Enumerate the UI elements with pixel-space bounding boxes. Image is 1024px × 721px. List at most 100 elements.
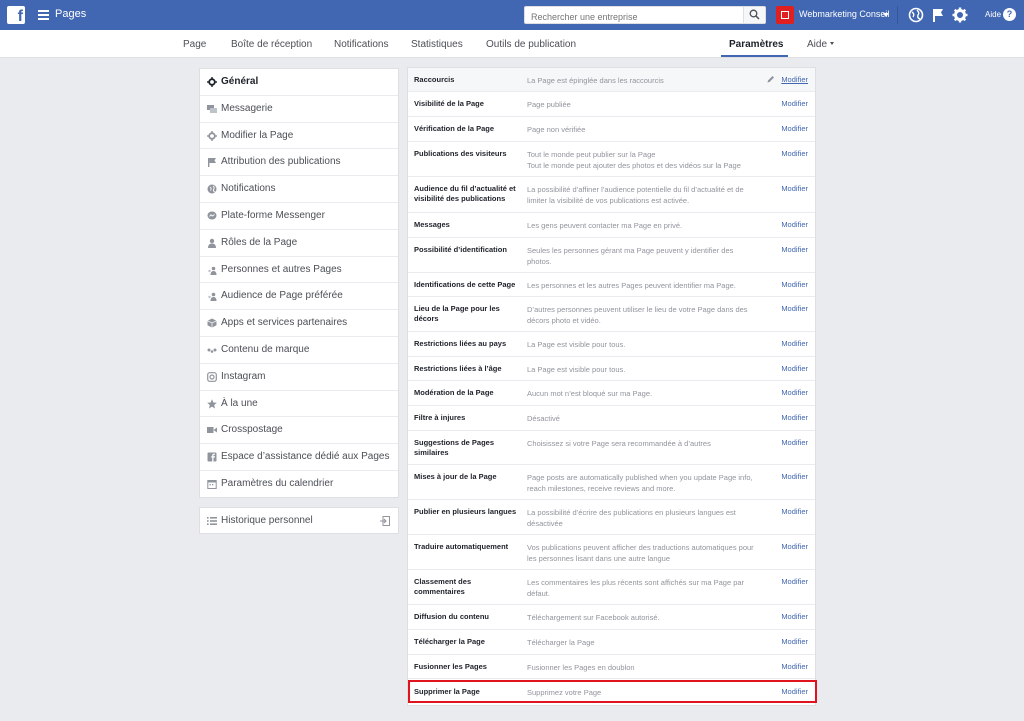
sidebar-item-notifications[interactable]: Notifications [200,176,398,203]
pages-title[interactable]: Pages [55,8,86,20]
settings-row-messages: Messages Les gens peuvent contacter ma P… [408,213,815,238]
edit-link[interactable]: Modifier [781,637,808,646]
settings-row-page-moderation: Modération de la Page Aucun mot n’est bl… [408,381,815,406]
search-box[interactable] [524,6,766,25]
setting-value: Les personnes et les autres Pages peuven… [527,281,736,290]
sidebar-item-post-attribution[interactable]: Attribution des publications [200,149,398,177]
settings-row-page-location-frames: Lieu de la Page pour les décors D’autres… [408,297,815,332]
page-name-link[interactable]: Webmarketing Conseil [799,9,889,19]
tab-inbox[interactable]: Boîte de réception [231,39,312,50]
settings-row-download-page: Télécharger la Page Télécharger la Page … [408,630,815,655]
edit-link[interactable]: Modifier [781,124,808,133]
edit-link[interactable]: Modifier [781,438,808,447]
search-input[interactable] [525,9,741,25]
tab-help[interactable]: Aide [807,39,827,50]
edit-link[interactable]: Modifier [781,388,808,397]
hamburger-menu-icon[interactable] [38,10,49,20]
facebook-logo-icon[interactable]: f [7,6,25,25]
sidebar-item-page-support-inbox[interactable]: Espace d’assistance dédié aux Pages [200,444,398,471]
chevron-down-icon[interactable] [883,13,889,17]
sidebar-item-preferred-audience[interactable]: Audience de Page préférée [200,283,398,311]
sidebar-item-calendar-settings[interactable]: Paramètres du calendrier [200,471,398,498]
help-link[interactable]: Aide [985,10,1001,19]
settings-row-shortcuts: Raccourcis La Page est épinglée dans les… [408,68,815,92]
tab-publishing-tools[interactable]: Outils de publication [486,39,576,50]
gear-icon [207,77,217,87]
setting-value: Désactivé [527,414,560,423]
tab-notifications[interactable]: Notifications [334,39,388,50]
tab-settings[interactable]: Paramètres [729,39,783,50]
edit-link[interactable]: Modifier [781,75,808,84]
edit-link[interactable]: Modifier [781,245,808,254]
setting-value: Aucun mot n’est bloqué sur ma Page. [527,389,653,398]
edit-link[interactable]: Modifier [781,413,808,422]
handshake-icon [207,348,217,353]
flag-icon [208,158,216,168]
edit-link[interactable]: Modifier [781,577,808,586]
setting-label: Diffusion du contenu [414,612,489,621]
edit-link[interactable]: Modifier [781,364,808,373]
search-icon [749,9,760,20]
divider [897,6,898,24]
chevron-down-icon[interactable] [830,42,834,45]
gear-icon[interactable] [952,7,968,23]
edit-link[interactable]: Modifier [781,149,808,158]
page-nav: Page Boîte de réception Notifications St… [0,30,1024,58]
edit-link[interactable]: Modifier [781,542,808,551]
help-icon[interactable]: ? [1003,8,1016,21]
sidebar-item-page-roles[interactable]: Rôles de la Page [200,230,398,257]
search-button[interactable] [743,7,765,23]
setting-label: Restrictions liées au pays [414,339,507,348]
sidebar-item-messaging[interactable]: Messagerie [200,96,398,123]
sidebar-item-messenger-platform[interactable]: Plate-forme Messenger [200,203,398,230]
edit-link[interactable]: Modifier [781,339,808,348]
setting-label: Suggestions de Pages similaires [414,438,495,457]
setting-value: Les commentaires les plus récents sont a… [527,578,745,598]
settings-row-comment-ranking: Classement des commentaires Les commenta… [408,570,815,605]
person-icon [208,238,216,248]
edit-link[interactable]: Modifier [781,472,808,481]
edit-link[interactable]: Modifier [781,507,808,516]
sidebar-item-label: Contenu de marque [221,343,310,355]
sidebar-item-activity-log[interactable]: Historique personnel [199,507,399,534]
sidebar-item-instagram[interactable]: Instagram [200,364,398,391]
setting-value: Vos publications peuvent afficher des tr… [527,543,754,563]
open-external-icon[interactable] [380,516,390,526]
edit-link[interactable]: Modifier [781,184,808,193]
sidebar-item-apps[interactable]: Apps et services partenaires [200,310,398,337]
settings-row-age-restrictions: Restrictions liées à l’âge La Page est v… [408,357,815,381]
edit-link[interactable]: Modifier [781,99,808,108]
setting-label: Modération de la Page [414,388,494,397]
active-tab-indicator [721,55,788,57]
flag-icon[interactable] [930,7,946,23]
sidebar-item-branded-content[interactable]: Contenu de marque [200,337,398,364]
sidebar-item-label: Personnes et autres Pages [221,263,342,275]
sidebar-item-general[interactable]: Général [200,69,398,96]
edit-link[interactable]: Modifier [781,280,808,289]
edit-link[interactable]: Modifier [781,612,808,621]
calendar-icon [207,479,217,489]
globe-icon[interactable] [908,7,924,23]
edit-link[interactable]: Modifier [781,304,808,313]
settings-row-similar-page-suggestions: Suggestions de Pages similaires Choisiss… [408,431,815,465]
globe-icon [207,184,217,194]
setting-label: Messages [414,220,450,229]
sidebar-item-people-and-pages[interactable]: Personnes et autres Pages [200,257,398,284]
sidebar-item-label: Instagram [221,370,266,382]
sidebar-item-crossposting[interactable]: Crosspostage [200,417,398,445]
tab-insights[interactable]: Statistiques [411,39,463,50]
tab-page[interactable]: Page [183,39,206,50]
sidebar-item-featured[interactable]: À la une [200,391,398,418]
sidebar-item-label: Attribution des publications [221,156,341,168]
settings-sidebar: Général Messagerie Modifier la Page Attr… [199,68,399,498]
setting-value: Fusionner les Pages en doublon [527,663,635,672]
sidebar-item-label: Audience de Page préférée [221,290,343,302]
edit-link[interactable]: Modifier [781,220,808,229]
setting-value: Seules les personnes gérant ma Page peuv… [527,246,734,266]
edit-link[interactable]: Modifier [781,662,808,671]
sidebar-item-label: Plate-forme Messenger [221,209,325,221]
sidebar-item-edit-page[interactable]: Modifier la Page [200,123,398,150]
star-icon [207,398,217,409]
page-avatar[interactable] [776,6,794,24]
setting-label: Vérification de la Page [414,124,495,133]
